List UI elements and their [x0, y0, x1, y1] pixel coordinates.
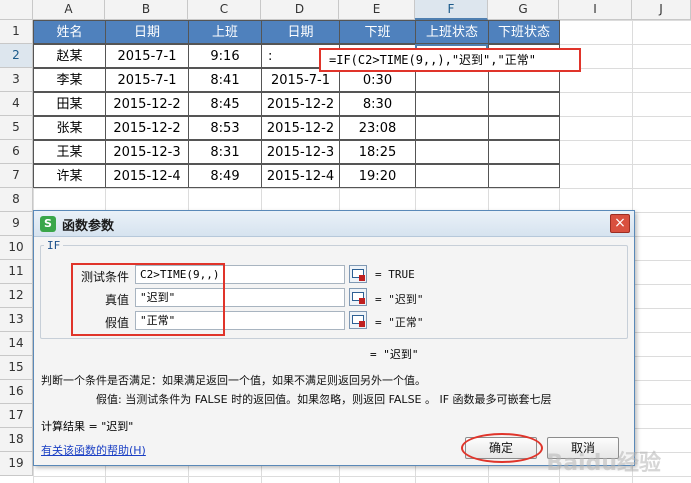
table-cell[interactable]: 8:41 [188, 68, 262, 92]
table-cell[interactable]: 8:49 [188, 164, 262, 188]
ok-highlight-ellipse [461, 433, 543, 463]
table-cell[interactable]: 田某 [33, 92, 106, 116]
table-cell[interactable] [415, 164, 489, 188]
table-cell[interactable]: 2015-12-2 [105, 92, 189, 116]
row-header[interactable]: 10 [0, 236, 33, 260]
table-header-cell[interactable]: 上班状态 [415, 20, 489, 44]
table-cell[interactable]: 2015-12-4 [105, 164, 189, 188]
table-cell[interactable]: 2015-12-3 [261, 140, 340, 164]
table-cell[interactable] [488, 140, 560, 164]
column-header-b[interactable]: B [105, 0, 188, 20]
table-cell[interactable]: 8:53 [188, 116, 262, 140]
arg-result-test: = TRUE [375, 268, 415, 281]
table-cell[interactable] [488, 164, 560, 188]
table-cell[interactable]: 2015-12-3 [105, 140, 189, 164]
table-cell[interactable]: 2015-7-1 [105, 68, 189, 92]
row-header[interactable]: 5 [0, 116, 33, 140]
row-header[interactable]: 9 [0, 212, 33, 236]
function-help-link[interactable]: 有关该函数的帮助(H) [41, 442, 146, 458]
table-cell[interactable]: 18:25 [339, 140, 416, 164]
column-header-f[interactable]: F [415, 0, 488, 20]
row-header[interactable]: 7 [0, 164, 33, 188]
row-header[interactable]: 2 [0, 44, 33, 68]
table-cell[interactable]: 2015-12-4 [261, 164, 340, 188]
table-cell[interactable]: 2015-7-1 [105, 44, 189, 68]
table-cell[interactable]: 2015-12-2 [105, 116, 189, 140]
table-header-cell[interactable]: 日期 [105, 20, 189, 44]
table-cell[interactable]: 19:20 [339, 164, 416, 188]
function-description: 判断一个条件是否满足：如果满足返回一个值，如果不满足则返回另外一个值。 [41, 374, 426, 387]
row-header[interactable]: 14 [0, 332, 33, 356]
table-cell[interactable]: 王某 [33, 140, 106, 164]
table-cell[interactable] [415, 140, 489, 164]
table-cell[interactable] [488, 116, 560, 140]
table-cell[interactable]: 23:08 [339, 116, 416, 140]
column-header-d[interactable]: D [261, 0, 339, 20]
dialog-title: 函数参数 [62, 219, 115, 234]
row-header[interactable]: 15 [0, 356, 33, 380]
table-cell[interactable]: 2015-12-2 [261, 116, 340, 140]
row-header[interactable]: 12 [0, 284, 33, 308]
table-cell[interactable]: 张某 [33, 116, 106, 140]
table-header-cell[interactable]: 下班状态 [488, 20, 560, 44]
arg-result-false: = "正常" [375, 316, 424, 329]
column-header-e[interactable]: E [339, 0, 415, 20]
formula-edit-cell[interactable]: =IF(C2>TIME(9,,),"迟到","正常" [319, 48, 581, 72]
dialog-titlebar[interactable]: S 函数参数 × [34, 211, 634, 237]
watermark-logo: Baidu经验 [546, 451, 661, 476]
column-header-j[interactable]: J [632, 0, 691, 20]
column-header-c[interactable]: C [188, 0, 261, 20]
argument-description: 假值: 当测试条件为 FALSE 时的返回值。如果忽略，则返回 FALSE 。 … [96, 393, 552, 406]
table-cell[interactable]: 2015-12-2 [261, 92, 340, 116]
table-header-cell[interactable]: 姓名 [33, 20, 106, 44]
row-header[interactable]: 4 [0, 92, 33, 116]
function-arguments-dialog: S 函数参数 × IF 测试条件 C2>TIME(9,,) = TRUE 真值 … [33, 210, 635, 466]
row-header[interactable]: 6 [0, 140, 33, 164]
range-select-icon[interactable] [349, 265, 367, 283]
table-header-cell[interactable]: 上班 [188, 20, 262, 44]
table-cell[interactable]: 赵某 [33, 44, 106, 68]
column-header-i[interactable]: I [559, 0, 632, 20]
row-header[interactable]: 1 [0, 20, 33, 44]
row-header[interactable]: 19 [0, 452, 33, 476]
table-cell[interactable] [415, 116, 489, 140]
column-header-g[interactable]: G [488, 0, 559, 20]
args-highlight-box [71, 263, 225, 336]
table-cell[interactable] [488, 92, 560, 116]
table-cell[interactable]: 8:31 [188, 140, 262, 164]
table-cell[interactable]: 9:16 [188, 44, 262, 68]
row-header[interactable]: 18 [0, 428, 33, 452]
table-header-cell[interactable]: 下班 [339, 20, 416, 44]
range-select-icon[interactable] [349, 288, 367, 306]
function-name-label: IF [44, 239, 64, 252]
table-cell[interactable]: 8:30 [339, 92, 416, 116]
close-button[interactable]: × [610, 214, 630, 233]
table-cell[interactable]: 8:45 [188, 92, 262, 116]
calculation-result: 计算结果 = "迟到" [41, 420, 134, 433]
table-cell[interactable] [415, 92, 489, 116]
row-header[interactable]: 8 [0, 188, 33, 212]
row-header[interactable]: 11 [0, 260, 33, 284]
row-header[interactable]: 3 [0, 68, 33, 92]
table-cell[interactable]: 许某 [33, 164, 106, 188]
arg-result-true: = "迟到" [375, 293, 424, 306]
column-header-a[interactable]: A [33, 0, 105, 20]
formula-result: = "迟到" [370, 348, 419, 361]
select-all-corner[interactable] [0, 0, 33, 20]
row-header[interactable]: 17 [0, 404, 33, 428]
table-header-cell[interactable]: 日期 [261, 20, 340, 44]
range-select-icon[interactable] [349, 311, 367, 329]
table-cell[interactable]: 李某 [33, 68, 106, 92]
row-header[interactable]: 16 [0, 380, 33, 404]
row-header[interactable]: 13 [0, 308, 33, 332]
wps-app-icon: S [40, 216, 56, 232]
